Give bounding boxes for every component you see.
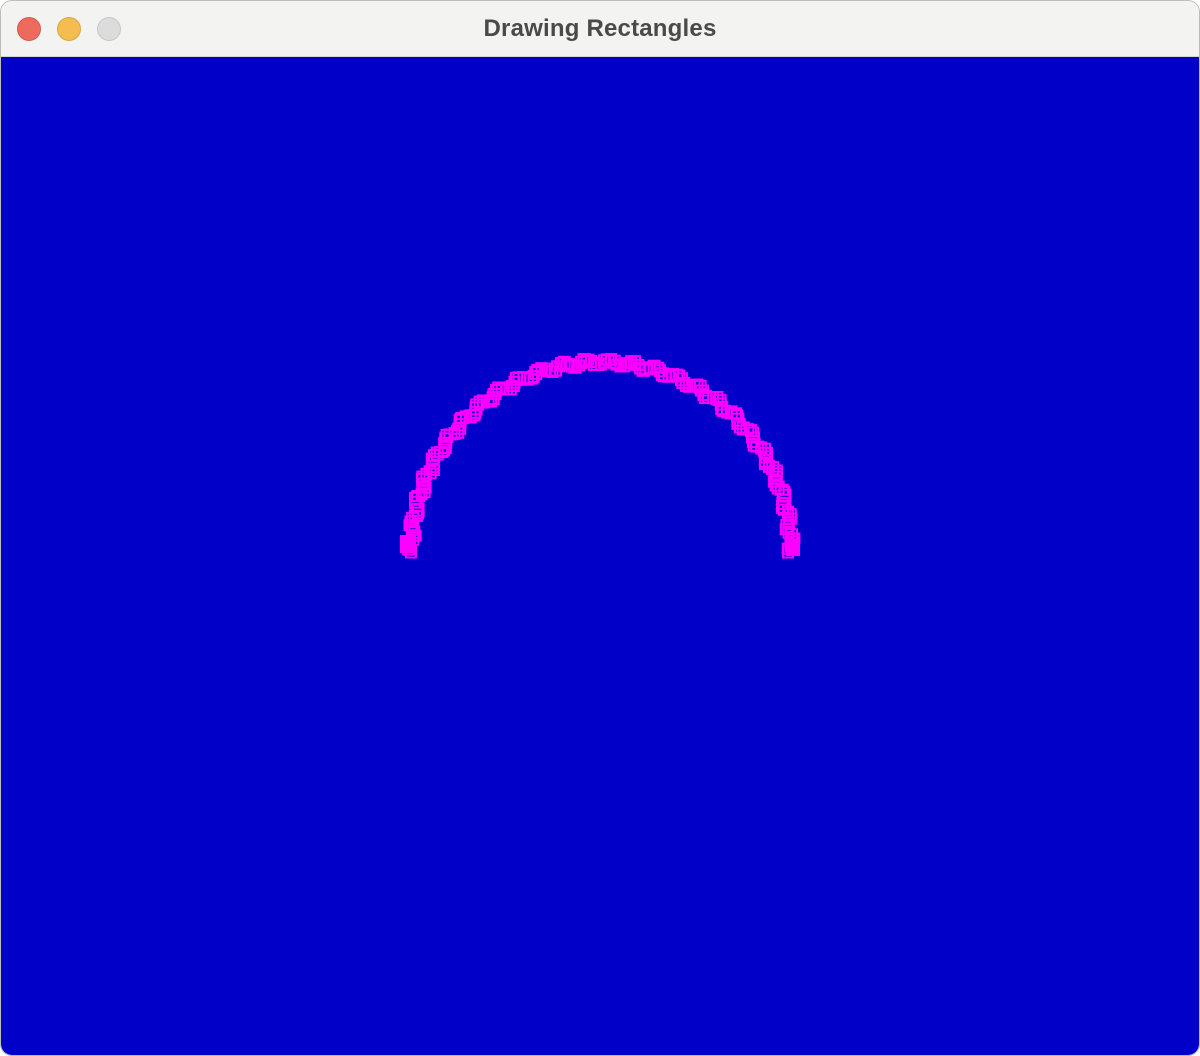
arc-end-cap — [786, 542, 800, 556]
canvas-background — [1, 57, 1199, 1055]
drawing-canvas[interactable] — [1, 57, 1199, 1055]
arc-end-cap — [400, 535, 414, 553]
window-title: Drawing Rectangles — [483, 15, 717, 42]
title-bar[interactable]: Drawing Rectangles — [1, 1, 1199, 57]
app-window: Drawing Rectangles — [0, 0, 1200, 1056]
drawing-surface — [1, 57, 1199, 1055]
